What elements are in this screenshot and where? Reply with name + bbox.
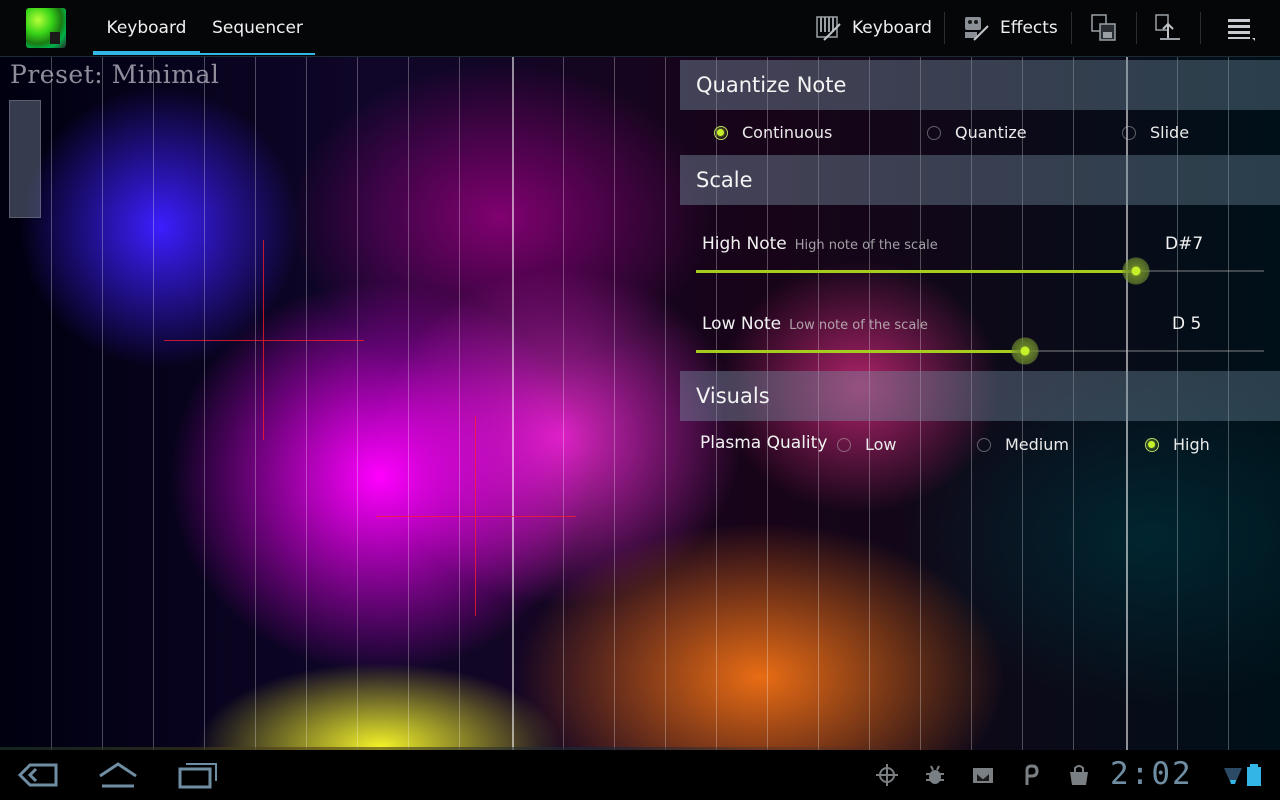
tab-keyboard[interactable]: Keyboard	[93, 0, 200, 56]
key-divider	[408, 57, 409, 750]
touch-crosshair	[164, 340, 364, 341]
section-header-quantize: Quantize Note	[680, 60, 1280, 110]
pref-title: High Note	[702, 234, 787, 254]
preset-label: Preset: Minimal	[10, 60, 220, 89]
high-note-slider[interactable]	[696, 257, 1264, 285]
key-divider	[102, 57, 103, 750]
slider-fill	[696, 270, 1136, 273]
key-divider	[357, 57, 358, 750]
section-header-visuals: Visuals	[680, 371, 1280, 421]
key-divider	[563, 57, 564, 750]
radio-slide[interactable]: Slide	[1122, 123, 1189, 142]
scroll-thumb[interactable]	[9, 100, 41, 218]
radio-label: Medium	[1005, 435, 1069, 454]
settings-panel: Quantize Note Continuous Quantize Slide …	[680, 57, 1280, 750]
shopping-bag-icon	[1070, 765, 1088, 785]
key-divider	[255, 57, 256, 750]
key-divider	[665, 57, 666, 750]
radio-unselected-icon	[837, 437, 851, 452]
key-divider	[153, 57, 154, 750]
radio-label: Slide	[1150, 123, 1190, 142]
slider-thumb[interactable]	[1011, 337, 1039, 365]
tab-keyboard-label: Keyboard	[106, 18, 187, 38]
divider	[944, 12, 945, 44]
system-bar: 2:02	[0, 747, 1280, 800]
recent-apps-icon[interactable]	[176, 760, 220, 790]
low-note-pref: Low Note Low note of the scale	[702, 314, 928, 334]
radio-continuous[interactable]: Continuous	[714, 123, 832, 142]
key-divider	[51, 57, 52, 750]
high-note-value: D#7	[1165, 234, 1204, 254]
touch-crosshair	[376, 516, 576, 517]
effects-action-label: Effects	[1000, 18, 1058, 38]
app-icon[interactable]	[26, 8, 66, 48]
low-note-value: D 5	[1172, 314, 1202, 334]
pref-title: Low Note	[702, 314, 782, 334]
keyboard-icon	[816, 16, 841, 41]
key-divider	[306, 57, 307, 750]
touch-crosshair	[263, 240, 264, 440]
load-preset-icon[interactable]	[1152, 12, 1184, 44]
slider-thumb[interactable]	[1122, 257, 1150, 285]
radio-label: Low	[865, 435, 897, 454]
debug-icon	[926, 765, 944, 784]
key-divider	[204, 57, 205, 750]
gps-icon	[876, 764, 898, 786]
section-header-scale: Scale	[680, 155, 1280, 205]
tab-selected-indicator	[93, 51, 200, 55]
divider	[1136, 12, 1137, 44]
touch-crosshair	[475, 416, 476, 616]
gmail-icon	[973, 768, 993, 783]
radio-unselected-icon	[977, 437, 991, 452]
tab-sequencer-label: Sequencer	[212, 18, 303, 38]
divider	[1071, 12, 1072, 44]
pref-summary: Low note of the scale	[789, 318, 928, 333]
save-preset-icon[interactable]	[1088, 12, 1120, 44]
key-divider	[459, 57, 460, 750]
wifi-icon	[1224, 768, 1242, 784]
key-divider-octave	[512, 57, 514, 750]
keyboard-action-label: Keyboard	[852, 18, 932, 38]
tab-sequencer[interactable]: Sequencer	[200, 0, 315, 56]
home-icon[interactable]	[96, 760, 140, 790]
keyboard-action-button[interactable]: Keyboard	[814, 0, 932, 56]
back-icon[interactable]	[16, 760, 60, 790]
radio-plasma-low[interactable]: Low	[837, 435, 897, 454]
radio-label: Quantize	[955, 123, 1027, 142]
plasma-quality-label: Plasma Quality	[700, 433, 828, 453]
p-app-icon	[1025, 764, 1039, 785]
battery-icon	[1247, 764, 1261, 786]
low-note-slider[interactable]	[696, 337, 1264, 365]
tab-underline	[200, 53, 315, 55]
radio-plasma-high[interactable]: High	[1145, 435, 1210, 454]
clock: 2:02	[1110, 756, 1193, 792]
radio-plasma-medium[interactable]: Medium	[977, 435, 1069, 454]
radio-unselected-icon	[927, 125, 941, 140]
key-divider	[614, 57, 615, 750]
radio-unselected-icon	[1122, 125, 1136, 140]
effects-icon	[965, 17, 989, 41]
radio-label: Continuous	[742, 123, 833, 142]
pref-summary: High note of the scale	[794, 238, 938, 253]
radio-selected-icon	[1145, 437, 1159, 452]
radio-label: High	[1173, 435, 1210, 454]
overflow-menu-icon[interactable]	[1224, 12, 1256, 44]
high-note-pref: High Note High note of the scale	[702, 234, 938, 254]
effects-action-button[interactable]: Effects	[962, 0, 1058, 56]
slider-fill	[696, 350, 1025, 353]
radio-selected-icon	[714, 125, 728, 140]
action-bar: Keyboard Sequencer Keyboard Effects	[0, 0, 1280, 57]
plasma-glow-strip	[0, 747, 900, 750]
divider	[1200, 12, 1201, 44]
radio-quantize[interactable]: Quantize	[927, 123, 1027, 142]
